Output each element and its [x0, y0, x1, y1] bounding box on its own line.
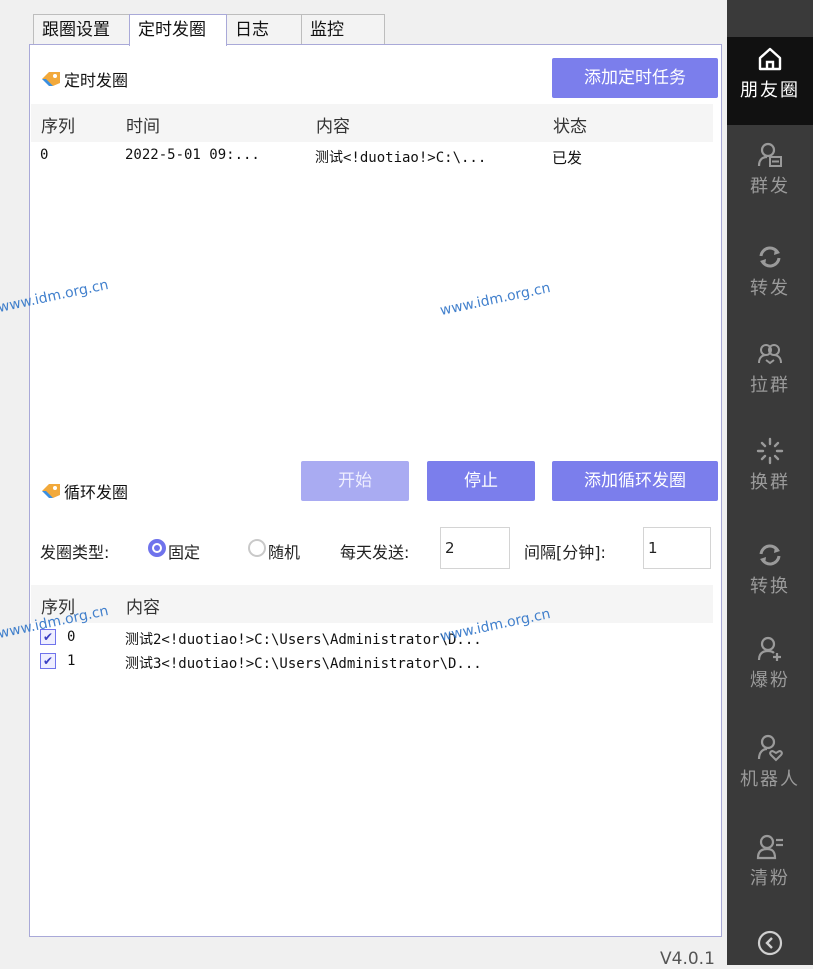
sidebar-item-clean-fans[interactable]: 清粉 — [727, 832, 813, 890]
sidebar-item-label: 拉群 — [750, 375, 790, 396]
sidebar-item-label: 转发 — [750, 278, 790, 299]
tag-icon — [42, 484, 60, 498]
loop-section-title: 循环发圈 — [40, 479, 128, 503]
start-button[interactable]: 开始 — [301, 461, 409, 501]
list-item[interactable]: 0 测试2<!duotiao!>C:\Users\Administrator\D… — [40, 627, 710, 651]
row-content: 测试2<!duotiao!>C:\Users\Administrator\D..… — [125, 632, 482, 648]
sidebar-item-boost-fans[interactable]: 爆粉 — [727, 634, 813, 692]
main-panel: 定时发圈 添加定时任务 序列 时间 内容 状态 0 2022-5-01 09:.… — [29, 44, 722, 937]
sidebar-item-label: 朋友圈 — [740, 80, 800, 101]
sidebar-item-moments[interactable]: 朋友圈 — [727, 44, 813, 102]
scheduled-title-text: 定时发圈 — [64, 71, 129, 90]
version-label: V4.0.1 — [660, 949, 715, 969]
loop-table-header: 序列 内容 — [31, 585, 713, 623]
user-heart-icon — [757, 734, 783, 762]
scheduled-table-header: 序列 时间 内容 状态 — [31, 104, 713, 142]
tab-bar: 跟圈设置 定时发圈 日志 监控 — [33, 14, 385, 46]
post-type-label: 发圈类型: — [40, 543, 110, 562]
sidebar-item-label: 清粉 — [750, 868, 790, 889]
sidebar-item-label: 群发 — [750, 176, 790, 197]
sparkle-icon — [756, 437, 784, 465]
row-time: 2022-5-01 09:... — [125, 147, 260, 163]
interval-input[interactable]: 1 — [643, 527, 711, 569]
sidebar-item-forward[interactable]: 转发 — [727, 242, 813, 300]
row-seq: 0 — [67, 629, 76, 645]
col-time[interactable]: 时间 — [126, 112, 160, 137]
radio-random[interactable] — [248, 539, 266, 557]
user-plus-icon — [757, 636, 781, 661]
row-content: 测试3<!duotiao!>C:\Users\Administrator\D..… — [125, 656, 482, 672]
col-seq[interactable]: 序列 — [41, 112, 75, 137]
sidebar-item-pull-group[interactable]: 拉群 — [727, 339, 813, 397]
add-loop-post-button[interactable]: 添加循环发圈 — [552, 461, 718, 501]
sidebar-item-label: 转换 — [750, 576, 790, 597]
sidebar-item-robot[interactable]: 机器人 — [727, 733, 813, 791]
loop-settings-row: 发圈类型: 固定 随机 每天发送: 2 间隔[分钟]: 1 — [40, 527, 715, 571]
list-item[interactable]: 1 测试3<!duotiao!>C:\Users\Administrator\D… — [40, 651, 710, 675]
row-seq: 1 — [67, 653, 76, 669]
row-content: 测试<!duotiao!>C:\... — [315, 150, 487, 166]
row-seq: 0 — [40, 147, 49, 163]
tab-follow-settings[interactable]: 跟圈设置 — [33, 14, 130, 44]
row-status: 已发 — [552, 149, 583, 167]
sidebar-item-mass-send[interactable]: 群发 — [727, 140, 813, 198]
radio-fixed-label[interactable]: 固定 — [168, 539, 200, 563]
user-list-icon — [756, 834, 783, 860]
col-content[interactable]: 内容 — [316, 112, 350, 137]
right-sidebar: 朋友圈 群发 转发 拉群 换群 转换 爆粉 机器人 清粉 — [727, 0, 813, 965]
watermark-text: www.idm.org.cn — [438, 279, 552, 319]
sidebar-item-label: 换群 — [750, 472, 790, 493]
interval-label: 间隔[分钟]: — [524, 543, 606, 562]
col-status[interactable]: 状态 — [553, 112, 587, 137]
tab-scheduled-posts[interactable]: 定时发圈 — [129, 14, 227, 46]
row-checkbox[interactable] — [40, 653, 56, 669]
tag-icon — [42, 72, 60, 86]
users-icon — [758, 344, 782, 365]
tab-log[interactable]: 日志 — [226, 14, 302, 44]
daily-send-input[interactable]: 2 — [440, 527, 510, 569]
sidebar-collapse-button[interactable] — [727, 928, 813, 958]
top-strip — [0, 0, 727, 10]
home-icon — [758, 47, 782, 71]
scheduled-section-title: 定时发圈 — [40, 67, 128, 91]
daily-send-label: 每天发送: — [340, 543, 410, 562]
sidebar-item-convert[interactable]: 转换 — [727, 540, 813, 598]
refresh-icon — [759, 544, 781, 566]
sidebar-item-switch-group[interactable]: 换群 — [727, 436, 813, 494]
table-row[interactable]: 0 2022-5-01 09:... 测试<!duotiao!>C:\... 已… — [40, 145, 710, 169]
stop-button[interactable]: 停止 — [427, 461, 535, 501]
radio-fixed[interactable] — [148, 539, 166, 557]
radio-random-label[interactable]: 随机 — [268, 539, 300, 563]
chevron-left-circle-icon — [757, 930, 783, 956]
col-content[interactable]: 内容 — [126, 593, 160, 618]
loop-title-text: 循环发圈 — [64, 483, 129, 502]
sidebar-item-label: 机器人 — [740, 769, 800, 790]
add-scheduled-task-button[interactable]: 添加定时任务 — [552, 58, 718, 98]
tab-monitor[interactable]: 监控 — [301, 14, 385, 44]
sidebar-item-label: 爆粉 — [750, 670, 790, 691]
group-send-icon — [757, 142, 782, 167]
refresh-icon — [759, 246, 781, 268]
